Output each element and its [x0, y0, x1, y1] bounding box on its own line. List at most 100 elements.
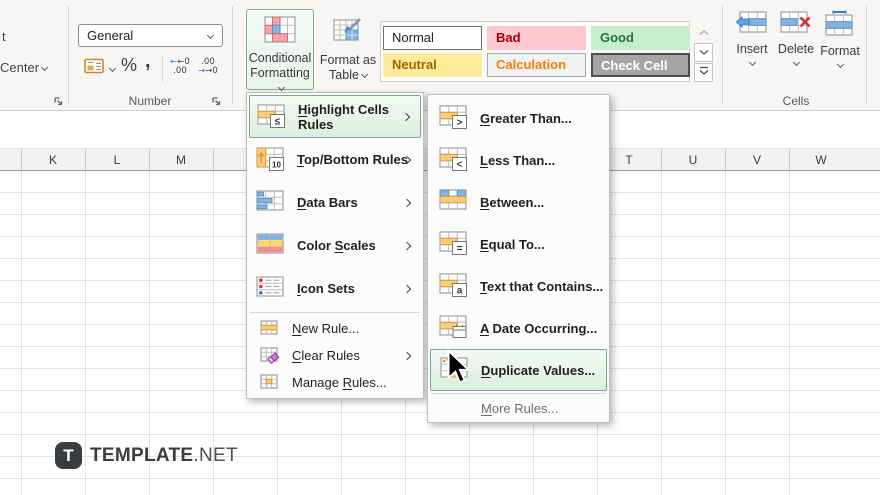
menu-separator — [431, 393, 606, 394]
menu-item-color-scales[interactable]: Color Scales — [249, 224, 421, 267]
style-chip-bad[interactable]: Bad — [487, 26, 586, 50]
gallery-more-button[interactable] — [694, 63, 713, 82]
group-separator — [232, 6, 233, 104]
accounting-format-icon[interactable] — [84, 58, 105, 80]
column-header[interactable]: L — [85, 149, 149, 171]
format-as-table-button[interactable]: Format as Table — [318, 11, 378, 90]
comma-style-button[interactable]: , — [145, 50, 151, 73]
submenu-arrow-icon — [402, 198, 412, 207]
number-dialog-launcher-icon[interactable] — [211, 94, 223, 106]
number-format-dropdown[interactable]: General — [78, 24, 223, 47]
menu-item-icon-sets[interactable]: Icon Sets — [249, 267, 421, 310]
svg-text:=: = — [457, 244, 463, 255]
menu-item-manage-rules[interactable]: Manage Rules... — [249, 369, 421, 396]
menu-item-top-bottom-rules[interactable]: 10 Top/Bottom Rules — [249, 138, 421, 181]
style-chip-neutral[interactable]: Neutral — [383, 53, 482, 77]
submenu-arrow-icon — [402, 241, 412, 250]
group-separator — [68, 6, 69, 104]
color-scales-icon — [256, 233, 286, 259]
gallery-scroll-up-button[interactable] — [694, 23, 713, 42]
column-header[interactable]: M — [149, 149, 213, 171]
insert-cells-icon — [735, 10, 768, 39]
insert-cells-button[interactable]: Insert — [730, 10, 774, 90]
format-as-table-icon — [333, 17, 363, 48]
group-separator — [722, 6, 723, 104]
submenu-arrow-icon — [402, 284, 412, 293]
wrap-text-label-fragment: t — [2, 29, 6, 44]
svg-text:a: a — [457, 286, 463, 297]
svg-text:>: > — [457, 118, 463, 129]
style-chip-normal[interactable]: Normal — [383, 26, 482, 50]
column-header[interactable]: V — [725, 149, 789, 171]
menu-item-data-bars[interactable]: Data Bars — [249, 181, 421, 224]
alignment-dialog-launcher-icon[interactable] — [53, 94, 65, 106]
top-bottom-rules-icon: 10 — [256, 147, 286, 173]
chevron-down-icon[interactable] — [108, 64, 117, 73]
menu-item-clear-rules[interactable]: Clear Rules — [249, 342, 421, 369]
column-header[interactable]: K — [21, 149, 85, 171]
conditional-formatting-icon — [264, 16, 296, 48]
greater-than-icon: > — [439, 105, 469, 131]
format-cells-button[interactable]: Format — [818, 10, 862, 90]
chevron-more-icon — [698, 64, 710, 82]
chevron-down-icon — [698, 44, 710, 62]
increase-decimal-button[interactable]: ←←0.00 — [168, 58, 192, 75]
group-separator — [866, 6, 867, 104]
svg-text:≤: ≤ — [275, 116, 281, 127]
conditional-formatting-button[interactable]: Conditional Formatting — [246, 9, 314, 92]
submenu-item-less-than[interactable]: < Less Than... — [430, 139, 607, 181]
date-occurring-icon — [439, 315, 469, 341]
submenu-item-equal-to[interactable]: = Equal To... — [430, 223, 607, 265]
submenu-item-greater-than[interactable]: > Greater Than... — [430, 97, 607, 139]
cells-group-label: Cells — [782, 94, 810, 108]
gallery-scroll-down-button[interactable] — [694, 43, 713, 62]
svg-text:10: 10 — [272, 160, 281, 169]
chevron-down-icon — [40, 63, 49, 72]
mini-separator — [162, 56, 163, 82]
style-chip-calculation[interactable]: Calculation — [487, 53, 586, 77]
column-header[interactable]: W — [789, 149, 853, 171]
chevron-down-icon — [792, 58, 800, 67]
icon-sets-icon — [256, 276, 286, 302]
number-group-label: Number — [128, 94, 172, 108]
menu-item-highlight-cells-rules[interactable]: ≤ Highlight Cells Rules — [249, 95, 421, 138]
menu-item-new-rule[interactable]: New Rule... — [249, 315, 421, 342]
new-rule-icon — [260, 320, 280, 337]
style-chip-check-cell[interactable]: Check Cell — [591, 53, 690, 77]
less-than-icon: < — [439, 147, 469, 173]
delete-cells-button[interactable]: Delete — [774, 10, 818, 90]
text-contains-icon: a — [439, 273, 469, 299]
excel-window: t Center General % , ←←0.00 .00 →→0 Numbe… — [0, 0, 880, 495]
chevron-down-icon — [836, 60, 844, 69]
chevron-down-icon — [360, 70, 368, 79]
chevron-down-icon — [748, 58, 756, 67]
template-net-watermark: T TEMPLATE.NET — [55, 442, 238, 469]
equal-to-icon: = — [439, 231, 469, 257]
between-icon — [439, 189, 469, 215]
column-header[interactable]: U — [661, 149, 725, 171]
style-chip-good[interactable]: Good — [591, 26, 690, 50]
template-logo: T — [55, 442, 82, 469]
submenu-item-between[interactable]: Between... — [430, 181, 607, 223]
chevron-down-icon — [206, 31, 215, 40]
submenu-item-a-date-occurring[interactable]: A Date Occurring... — [430, 307, 607, 349]
decrease-decimal-button[interactable]: .00 →→0 — [196, 58, 220, 75]
menu-separator — [250, 312, 420, 313]
manage-rules-icon — [260, 374, 280, 391]
format-cells-icon — [825, 10, 855, 41]
delete-cells-icon — [780, 10, 812, 39]
svg-text:<: < — [457, 160, 463, 171]
mouse-cursor — [447, 349, 471, 384]
submenu-item-text-that-contains[interactable]: a Text that Contains... — [430, 265, 607, 307]
clear-rules-icon — [260, 347, 280, 364]
submenu-arrow-icon — [402, 351, 412, 360]
merge-center-button[interactable]: Center — [0, 60, 49, 75]
data-bars-icon — [256, 190, 286, 216]
percent-style-button[interactable]: % — [121, 55, 137, 76]
watermark-suffix: .NET — [193, 444, 238, 466]
highlight-cells-rules-icon: ≤ — [257, 104, 287, 130]
watermark-brand: TEMPLATE — [90, 444, 194, 466]
chevron-up-icon — [698, 24, 710, 42]
submenu-item-more-rules[interactable]: More Rules... — [430, 396, 607, 420]
chevron-down-icon — [277, 83, 286, 92]
